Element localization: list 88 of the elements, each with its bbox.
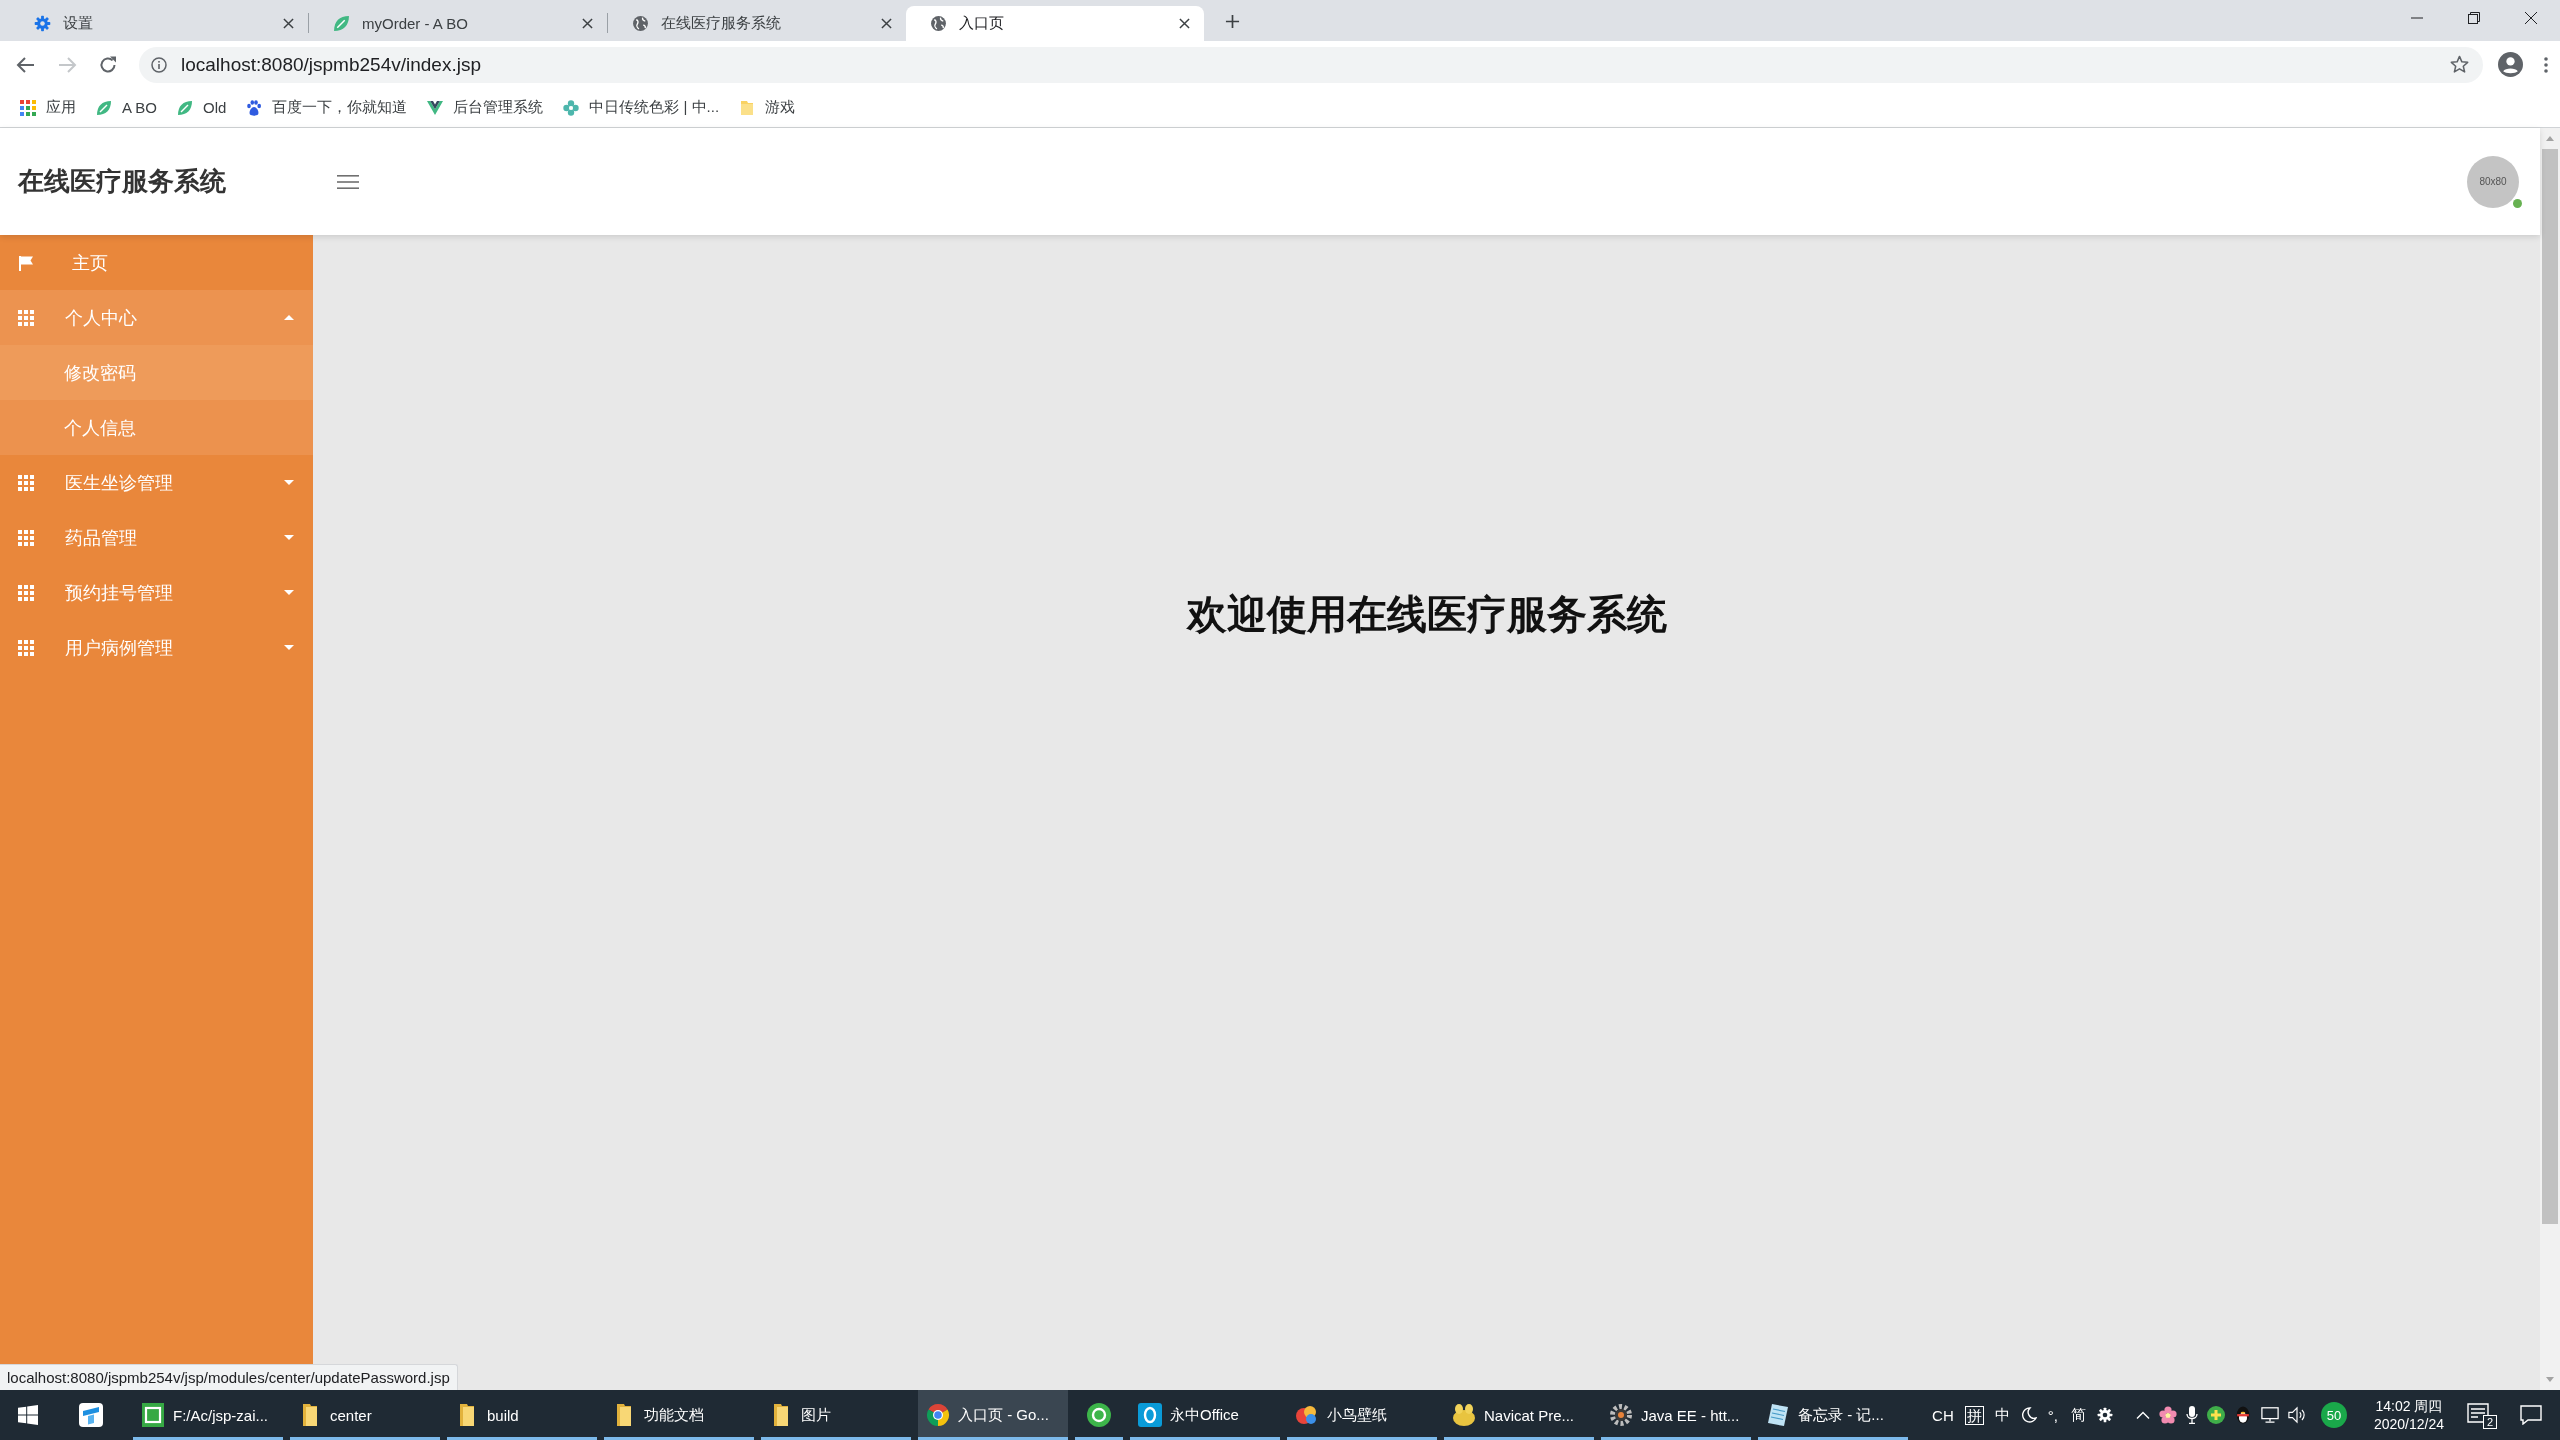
ime-indicator[interactable]: CH xyxy=(1930,1406,1956,1424)
flag-icon xyxy=(18,254,34,271)
bookmark-item[interactable]: 中日传统色彩 | 中... xyxy=(555,94,728,121)
bookmark-item[interactable]: 应用 xyxy=(12,94,84,121)
browser-tab[interactable]: 设置 xyxy=(10,6,308,41)
account-icon[interactable] xyxy=(2498,52,2523,77)
ring-tile-icon xyxy=(1138,1403,1162,1427)
bookmark-item[interactable]: A BO xyxy=(88,95,166,120)
taskbar-app-button[interactable]: 备忘录 - 记... xyxy=(1758,1390,1908,1440)
address-bar[interactable]: localhost:8080/jspmb254v/index.jsp xyxy=(139,46,2483,83)
notification-count-badge: 2 xyxy=(2482,1415,2497,1429)
grid-icon xyxy=(18,584,34,601)
ime-indicator[interactable]: °, xyxy=(2045,1406,2060,1424)
monitor-icon[interactable] xyxy=(2260,1406,2279,1424)
gear-icon xyxy=(34,15,51,32)
avatar-image[interactable]: 80x80 xyxy=(2467,155,2519,208)
bookmark-item[interactable]: 百度一下，你就知道 xyxy=(238,94,416,121)
scrollbar-track[interactable] xyxy=(2540,128,2560,1390)
taskbar-app-button[interactable]: 小鸟壁纸 xyxy=(1287,1390,1437,1440)
flower-icon[interactable] xyxy=(2158,1406,2177,1424)
app-tile-icon xyxy=(79,1403,103,1427)
windows-logo-icon[interactable] xyxy=(18,1405,38,1425)
taskbar-app-button[interactable]: 功能文档 xyxy=(604,1390,754,1440)
chevron-logo-icon xyxy=(427,99,444,116)
back-arrow-icon[interactable] xyxy=(16,54,36,75)
bookmark-item[interactable]: Old xyxy=(169,95,235,120)
bookmark-item[interactable]: 游戏 xyxy=(731,94,804,121)
taskbar-app-button[interactable]: F:/Ac/jsp-zai... xyxy=(133,1390,283,1440)
gear-icon xyxy=(1609,1403,1633,1427)
plus-circle-icon[interactable] xyxy=(2206,1406,2225,1424)
browser-tab[interactable]: 入口页 xyxy=(906,6,1204,41)
menu-icon[interactable] xyxy=(2544,56,2548,73)
taskbar-app-button[interactable]: build xyxy=(447,1390,597,1440)
browser-tab[interactable]: 在线医疗服务系统 xyxy=(608,6,906,41)
taskbar-app-button[interactable]: Navicat Pre... xyxy=(1444,1390,1594,1440)
reload-icon[interactable] xyxy=(98,54,118,75)
chevron-up-icon[interactable] xyxy=(2135,1411,2150,1419)
close-icon[interactable] xyxy=(2525,12,2537,24)
leaf-icon xyxy=(333,15,350,32)
app-title: 在线医疗服务系统 xyxy=(16,165,227,198)
leaf-icon xyxy=(96,99,112,116)
overlapping-circles-icon xyxy=(1295,1403,1319,1427)
globe-icon xyxy=(930,15,947,32)
taskbar-clock[interactable]: 14:02 周四 2020/12/24 xyxy=(2367,1397,2450,1433)
animal-head-icon xyxy=(1452,1403,1476,1427)
status-url-bubble: localhost:8080/jspmb254v/jsp/modules/center/updatePassword.jsp xyxy=(0,1364,458,1390)
scrollbar-thumb[interactable] xyxy=(2542,149,2558,1224)
taskbar-app-button[interactable]: 永中Office xyxy=(1130,1390,1280,1440)
taskbar-app-button[interactable]: Java EE - htt... xyxy=(1601,1390,1751,1440)
star-icon[interactable] xyxy=(2450,55,2469,74)
moon-icon[interactable] xyxy=(2020,1407,2037,1423)
ime-indicator[interactable]: 中 xyxy=(1992,1405,2012,1425)
microphone-icon[interactable] xyxy=(2185,1406,2198,1424)
avatar-size-label: 80x80 xyxy=(2479,176,2507,187)
grid-icon xyxy=(18,474,34,491)
close-icon[interactable] xyxy=(881,18,892,29)
restore-icon[interactable] xyxy=(2468,12,2480,24)
globe-icon xyxy=(632,15,649,32)
speaker-icon[interactable] xyxy=(2287,1406,2306,1424)
grid-icon xyxy=(18,309,34,326)
close-icon[interactable] xyxy=(283,18,294,29)
apps-grid-icon xyxy=(20,99,36,116)
taskbar-app-button[interactable]: center xyxy=(290,1390,440,1440)
ime-indicator[interactable]: 拼 xyxy=(1964,1405,1984,1425)
notepad-icon xyxy=(1766,1403,1790,1427)
leaf-icon xyxy=(177,99,194,116)
grid-icon xyxy=(18,639,34,656)
notification-icon[interactable] xyxy=(2467,1403,2489,1423)
browser-icon xyxy=(926,1403,950,1427)
close-icon[interactable] xyxy=(1179,18,1190,29)
welcome-heading: 欢迎使用在线医疗服务系统 xyxy=(1186,591,1667,638)
info-icon[interactable] xyxy=(151,56,167,73)
paw-icon xyxy=(246,99,263,116)
folder-icon xyxy=(739,99,756,116)
taskbar-app-button[interactable]: 入口页 - Go... xyxy=(918,1390,1068,1440)
menu-icon[interactable] xyxy=(337,173,359,190)
gear-icon[interactable] xyxy=(2096,1407,2113,1423)
square-app-icon xyxy=(141,1403,165,1427)
browser-tab[interactable]: myOrder - A BO xyxy=(309,6,607,41)
ime-indicator[interactable]: 简 xyxy=(2068,1405,2088,1425)
bookmark-item[interactable]: 后台管理系统 xyxy=(419,94,552,121)
grid-icon xyxy=(18,529,34,546)
ring-logo-icon xyxy=(1087,1403,1111,1427)
taskbar-app-button[interactable]: 图片 xyxy=(761,1390,911,1440)
flower-icon xyxy=(563,99,580,116)
close-icon[interactable] xyxy=(582,18,593,29)
plus-icon[interactable] xyxy=(1225,14,1240,29)
speech-bubble-icon[interactable] xyxy=(2520,1405,2542,1425)
